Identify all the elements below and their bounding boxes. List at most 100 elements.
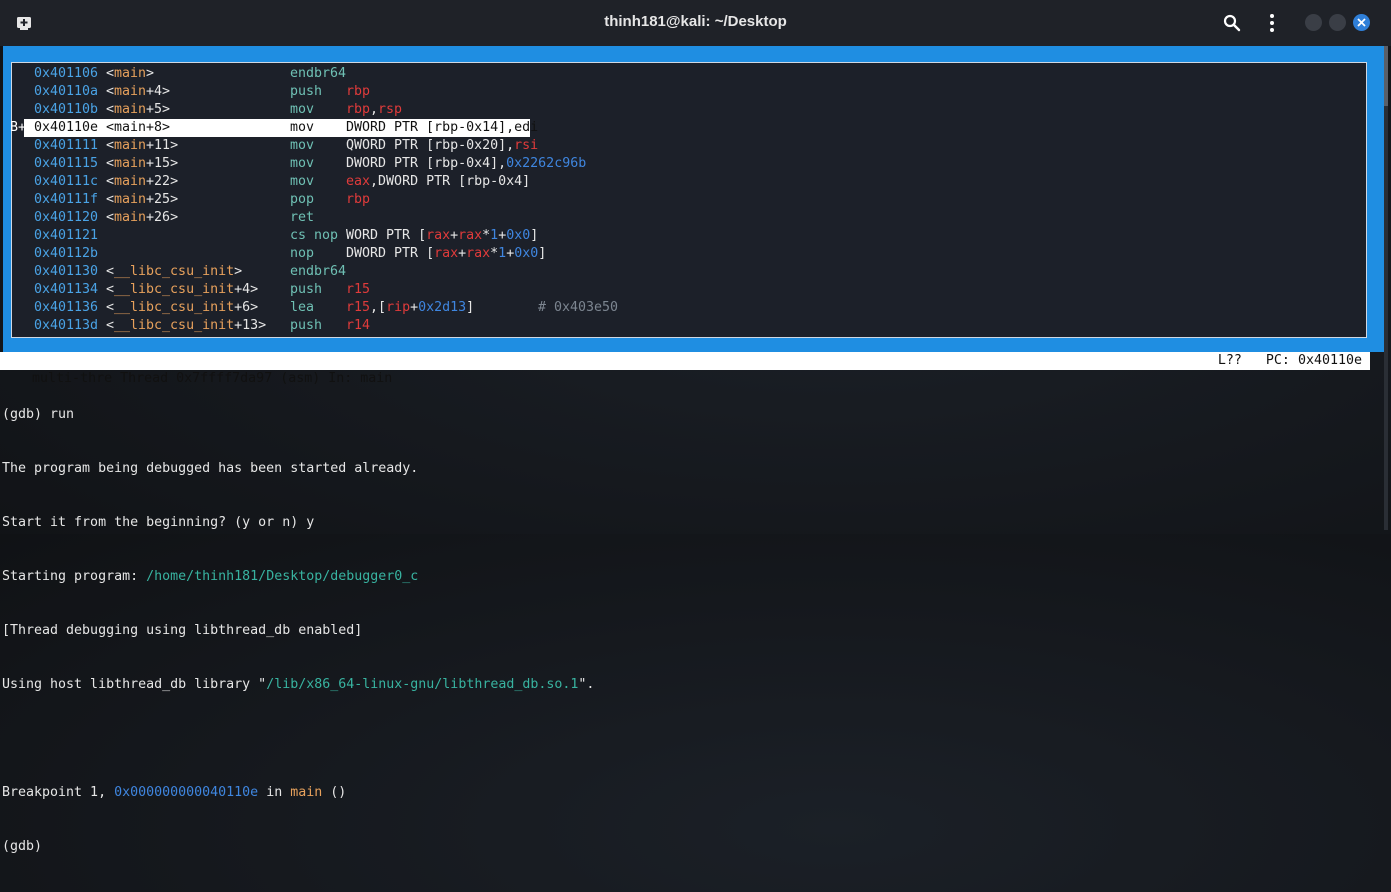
operands: DWORD PTR [rax+rax*1+0x0]	[346, 245, 546, 263]
search-icon[interactable]	[1222, 13, 1242, 33]
operand-token: ]	[522, 174, 531, 189]
operand-token: ,	[370, 300, 379, 315]
operands: rbp,rsp	[346, 101, 402, 119]
minimize-icon[interactable]	[1305, 14, 1322, 31]
symbol-label: <main+11>	[106, 138, 179, 153]
mnemonic: push	[290, 318, 323, 333]
operand-token: rax	[426, 228, 451, 243]
operand-token: ,	[370, 102, 379, 117]
asm-line[interactable]: 0x40113d <__libc_csu_init+13> push r14	[10, 317, 1350, 335]
operands: r15	[346, 281, 370, 299]
asm-line[interactable]: 0x40111f <main+25> pop rbp	[10, 191, 1350, 209]
operand-token: ,	[506, 138, 515, 153]
asm-line[interactable]: 0x401106 <main> endbr64	[10, 65, 1350, 83]
mnemonic: cs nop	[290, 228, 339, 243]
tui-status-bar: multi-thre Thread 0x7ffff7da97 (asm) In:…	[0, 352, 1370, 386]
instruction-address: 0x401115	[34, 156, 99, 171]
output-text: ".	[578, 677, 595, 692]
operand-token: ]	[538, 246, 547, 261]
asm-line[interactable]: B+> 0x40110e <main+8> mov DWORD PTR [rbp-0x1…	[10, 119, 1350, 137]
operands: QWORD PTR [rbp-0x20],rsi	[346, 137, 538, 155]
asm-line[interactable]: 0x40111c <main+22> mov eax,DWORD PTR [rbp-0…	[10, 173, 1350, 191]
operand-token: rbp-0x4	[466, 174, 523, 189]
terminal[interactable]: 0x401106 <main> endbr64 0x40110a <main+4> pus…	[0, 46, 1391, 854]
scrollbar[interactable]	[1384, 46, 1388, 530]
operand-token: ]	[498, 138, 507, 153]
asm-line[interactable]: 0x40110a <main+4> push rbp	[10, 83, 1350, 101]
symbol-label: <main>	[106, 66, 155, 81]
instruction-address: 0x401111	[34, 138, 99, 153]
function-name: main	[290, 785, 323, 800]
operands: rbp	[346, 83, 370, 101]
scrollbar-thumb[interactable]	[1384, 46, 1388, 106]
operand-token: rip	[386, 300, 411, 315]
mnemonic: pop	[290, 192, 315, 207]
output-line: The program being debugged has been star…	[2, 461, 419, 476]
operand-token: ]	[466, 300, 475, 315]
operand-token: WORD PTR	[346, 228, 419, 243]
asm-line[interactable]: 0x40110b <main+5> mov rbp,rsp	[10, 101, 1350, 119]
operand-token: +	[410, 300, 419, 315]
output-line: Starting program: /home/thinh181/Desktop…	[2, 568, 594, 586]
operands: r14	[346, 317, 370, 335]
operand-token: +	[450, 228, 459, 243]
asm-line[interactable]: 0x401111 <main+11> mov QWORD PTR [rbp-0x20]…	[10, 137, 1350, 155]
operand-token: eax	[346, 174, 371, 189]
operand-token: rbp	[346, 102, 371, 117]
operand-token: rbp	[346, 84, 371, 99]
mnemonic: endbr64	[290, 264, 347, 279]
asm-line[interactable]: 0x40112b nop DWORD PTR [rax+rax*1+0x0]	[10, 245, 1350, 263]
symbol-label: <__libc_csu_init+6>	[106, 300, 259, 315]
output-line: Breakpoint 1, 0x000000000040110e in main…	[2, 784, 594, 802]
mnemonic: mov	[290, 120, 315, 135]
operand-token: 0x2d13	[418, 300, 467, 315]
mnemonic: push	[290, 84, 323, 99]
operands: rbp	[346, 191, 370, 209]
operands: WORD PTR [rax+rax*1+0x0]	[346, 227, 538, 245]
operand-token: DWORD PTR	[378, 174, 459, 189]
operand-token: rbp	[346, 192, 371, 207]
gdb-prompt: (gdb)	[2, 839, 43, 854]
operand-token: [	[426, 156, 435, 171]
status-right: L?? PC: 0x40110e	[1218, 352, 1362, 370]
operand-token: r15	[346, 300, 371, 315]
instruction-address: 0x40111c	[34, 174, 99, 189]
operand-token: rbp-0x20	[434, 138, 499, 153]
operand-token: 1	[490, 228, 499, 243]
operand-token: 0x2262c96b	[506, 156, 587, 171]
mnemonic: lea	[290, 300, 315, 315]
operand-token: rax	[458, 228, 483, 243]
close-icon[interactable]	[1353, 14, 1370, 31]
instruction-address: 0x40110a	[34, 84, 99, 99]
instruction-address: 0x40112b	[34, 246, 99, 261]
asm-line[interactable]: 0x401134 <__libc_csu_init+4> push r15	[10, 281, 1350, 299]
operand-token: ,	[498, 156, 507, 171]
operands: DWORD PTR [rbp-0x4],0x2262c96b	[346, 155, 586, 173]
instruction-address: 0x401134	[34, 282, 99, 297]
mnemonic: endbr64	[290, 66, 347, 81]
instruction-address: 0x401136	[34, 300, 99, 315]
instruction-address: 0x401130	[34, 264, 99, 279]
asm-line[interactable]: 0x401120 <main+26> ret	[10, 209, 1350, 227]
gdb-output[interactable]: (gdb) run The program being debugged has…	[2, 370, 594, 892]
operand-token: +	[498, 228, 507, 243]
operand-token: r14	[346, 318, 371, 333]
asm-line[interactable]: 0x401115 <main+15> mov DWORD PTR [rbp-0x4],…	[10, 155, 1350, 173]
asm-line[interactable]: 0x401136 <__libc_csu_init+6> lea r15,[rip+0…	[10, 299, 1350, 317]
asm-line[interactable]: 0x401121 cs nop WORD PTR [rax+rax*1+0x0]	[10, 227, 1350, 245]
instruction-address: 0x40111f	[34, 192, 99, 207]
operand-token: +	[506, 246, 515, 261]
mnemonic: push	[290, 282, 323, 297]
operand-token: [	[378, 300, 387, 315]
operand-token: 0x0	[506, 228, 531, 243]
kebab-menu-icon[interactable]	[1262, 13, 1282, 33]
symbol-label: <__libc_csu_init>	[106, 264, 243, 279]
symbol-label: <main+15>	[106, 156, 179, 171]
status-line: L??	[1217, 353, 1242, 368]
mnemonic: ret	[290, 210, 315, 225]
maximize-icon[interactable]	[1329, 14, 1346, 31]
output-line: Start it from the beginning? (y or n) y	[2, 515, 315, 530]
mnemonic: mov	[290, 156, 315, 171]
operand-token: [	[418, 228, 427, 243]
asm-line[interactable]: 0x401130 <__libc_csu_init> endbr64	[10, 263, 1350, 281]
